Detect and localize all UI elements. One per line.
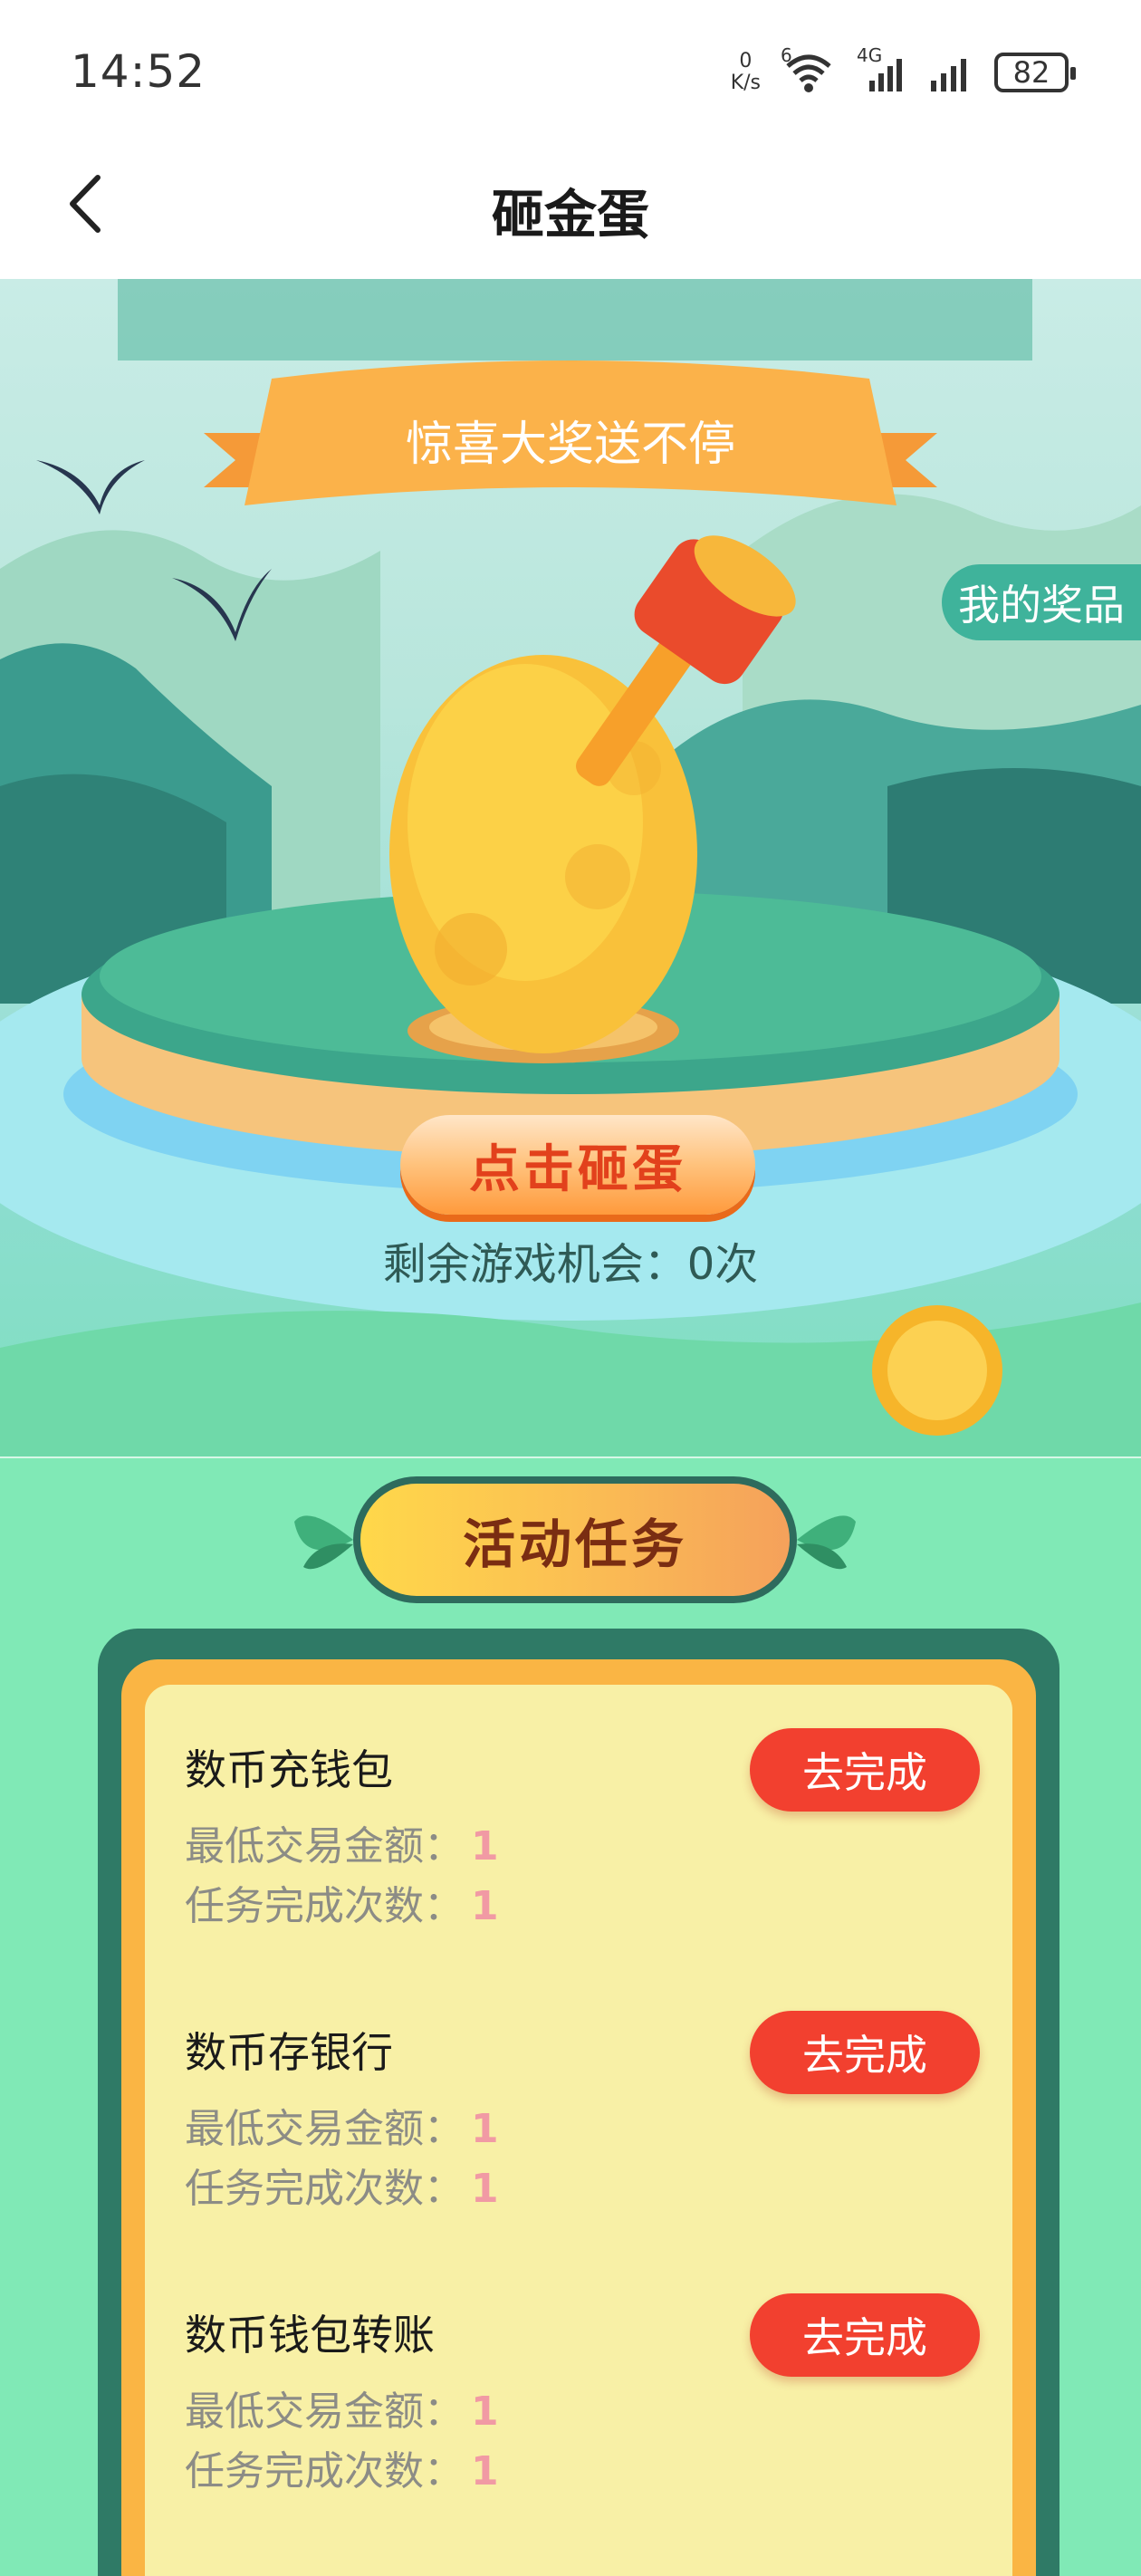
smash-egg-button[interactable]: 点击砸蛋 xyxy=(400,1115,755,1215)
status-icons: 0 K/s 6 4G 82 xyxy=(731,44,1076,100)
status-bar: 14:52 0 K/s 6 4G 82 xyxy=(0,0,1141,136)
battery-icon: 82 xyxy=(994,53,1076,92)
task-min-amount-value: 1 xyxy=(471,2389,499,2435)
section-title-badge: 活动任务 xyxy=(294,1467,856,1612)
status-time: 14:52 xyxy=(71,45,206,98)
battery-level: 82 xyxy=(1012,55,1050,90)
task-min-amount: 最低交易金额： 1 xyxy=(185,2379,499,2437)
task-item: 数币钱包转账 最低交易金额： 1 任务完成次数： 1 去完成 xyxy=(145,2293,1012,2574)
section-title: 活动任务 xyxy=(360,1484,790,1596)
task-min-amount-label: 最低交易金额： xyxy=(185,1823,464,1870)
task-min-amount-label: 最低交易金额： xyxy=(185,2389,464,2435)
task-count-value: 1 xyxy=(471,2166,499,2212)
page-title: 砸金蛋 xyxy=(491,184,649,245)
network-speed-value: 0 xyxy=(739,50,753,72)
task-count: 任务完成次数： 1 xyxy=(185,2156,499,2214)
wifi-badge: 6 xyxy=(781,44,792,66)
task-min-amount-label: 最低交易金额： xyxy=(185,2106,464,2152)
task-name: 数币存银行 xyxy=(185,2028,393,2077)
task-min-amount: 最低交易金额： 1 xyxy=(185,1813,499,1871)
task-list: 数币充钱包 最低交易金额： 1 任务完成次数： 1 去完成 数币存银行 最低交易金额… xyxy=(145,1685,1012,2576)
network-speed-unit: K/s xyxy=(730,72,761,94)
task-count-label: 任务完成次数： xyxy=(185,1883,464,1929)
cell-signal-4g-icon: 4G xyxy=(857,44,907,95)
task-count-value: 1 xyxy=(471,2448,499,2494)
task-min-amount-value: 1 xyxy=(471,2106,499,2152)
hero-banner: 惊喜大奖送不停 我的奖品 点击砸蛋 剩余游戏机会：0次 xyxy=(0,279,1141,1456)
task-min-amount-value: 1 xyxy=(471,1823,499,1870)
nav-bar: 砸金蛋 xyxy=(0,136,1141,279)
task-name: 数币充钱包 xyxy=(185,1745,393,1794)
wifi-icon: 6 xyxy=(781,44,837,95)
task-min-amount: 最低交易金额： 1 xyxy=(185,2096,499,2154)
task-count-value: 1 xyxy=(471,1883,499,1929)
task-count: 任务完成次数： 1 xyxy=(185,1873,499,1931)
task-count-label: 任务完成次数： xyxy=(185,2166,464,2212)
banner-text: 惊喜大奖送不停 xyxy=(405,418,735,472)
task-name: 数币钱包转账 xyxy=(185,2311,435,2360)
network-speed: 0 K/s xyxy=(731,51,761,94)
leaf-left-icon xyxy=(294,1515,353,1570)
cell-badge: 4G xyxy=(857,44,883,66)
cell-signal-icon xyxy=(927,50,974,95)
task-item: 数币充钱包 最低交易金额： 1 任务完成次数： 1 去完成 xyxy=(145,1728,1012,2009)
leaf-right-icon xyxy=(797,1515,856,1570)
task-go-button[interactable]: 去完成 xyxy=(750,2011,980,2094)
remaining-chances: 剩余游戏机会：0次 xyxy=(382,1239,759,1290)
task-section: 活动任务 数币充钱包 最低交易金额： 1 任务完成次数： 1 去完成 数币存银行 最… xyxy=(0,1456,1141,2576)
task-count: 任务完成次数： 1 xyxy=(185,2438,499,2496)
task-go-button[interactable]: 去完成 xyxy=(750,1728,980,1812)
task-count-label: 任务完成次数： xyxy=(185,2448,464,2494)
section-title-frame: 活动任务 xyxy=(353,1476,797,1603)
task-item: 数币存银行 最低交易金额： 1 任务完成次数： 1 去完成 xyxy=(145,2011,1012,2292)
task-go-button[interactable]: 去完成 xyxy=(750,2293,980,2377)
my-prizes-button[interactable]: 我的奖品 xyxy=(942,564,1141,640)
